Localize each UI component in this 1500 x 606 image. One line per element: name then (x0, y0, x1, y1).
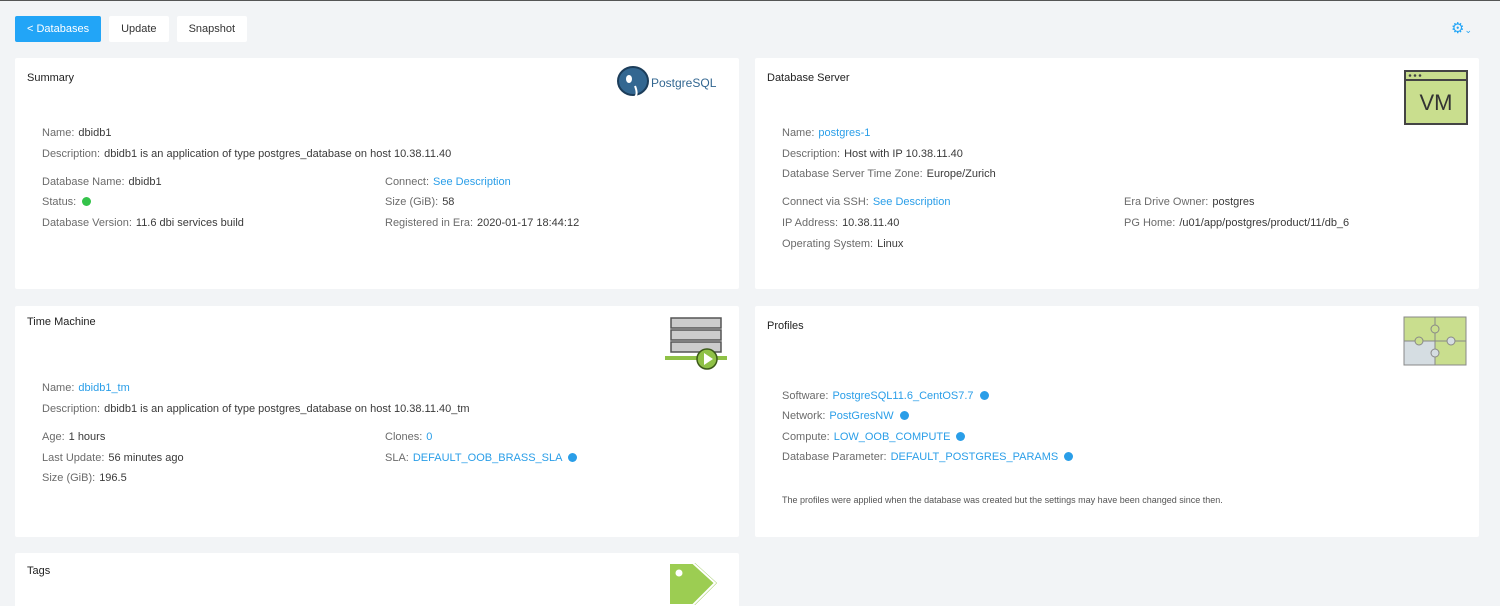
software-info-icon[interactable] (979, 391, 989, 400)
description-label: Description: (42, 148, 101, 160)
connect-label: Connect: (385, 176, 430, 188)
compute-profile-link[interactable]: LOW_OOB_COMPUTE (834, 431, 951, 443)
tags-card: Tags (15, 553, 739, 606)
network-info-icon[interactable] (899, 411, 909, 420)
connect-see-description-link[interactable]: See Description (433, 176, 511, 188)
tm-name-label: Name: (42, 382, 75, 394)
tm-name-link[interactable]: dbidb1_tm (78, 382, 129, 394)
registered-value: 2020-01-17 18:44:12 (477, 217, 580, 229)
vm-icon: VM (1404, 70, 1468, 125)
compute-label: Compute: (782, 431, 830, 443)
summary-title: Summary (27, 72, 75, 84)
time-machine-icon (665, 316, 727, 372)
profiles-note: The profiles were applied when the datab… (782, 495, 1223, 505)
timezone-value: Europe/Zurich (926, 168, 996, 180)
size-label: Size (GiB): (385, 196, 439, 208)
profiles-card: Profiles Software: PostgreSQL11.6_CentOS7… (755, 306, 1479, 537)
summary-card: Summary PostgreSQL Name: dbidb1 Descripti… (15, 58, 739, 289)
toolbar: < Databases Update Snapshot (15, 16, 248, 42)
age-label: Age: (42, 431, 65, 443)
ip-value: 10.38.11.40 (842, 217, 900, 229)
db-name-value: dbidb1 (78, 127, 112, 139)
network-label: Network: (782, 410, 826, 422)
time-machine-title: Time Machine (27, 316, 96, 328)
db-parameter-info-icon[interactable] (1064, 452, 1074, 461)
sla-info-icon[interactable] (568, 453, 578, 462)
registered-label: Registered in Era: (385, 217, 474, 229)
sla-link[interactable]: DEFAULT_OOB_BRASS_SLA (413, 452, 563, 464)
postgresql-logo: PostgreSQL (615, 64, 731, 100)
database-name-label: Database Name: (42, 176, 125, 188)
server-description-value: Host with IP 10.38.11.40 (844, 148, 963, 160)
back-to-databases-button[interactable]: < Databases (15, 16, 102, 42)
server-name-label: Name: (782, 127, 815, 139)
compute-info-icon[interactable] (956, 432, 966, 441)
tm-size-label: Size (GiB): (42, 472, 96, 484)
tm-description-label: Description: (42, 403, 101, 415)
ip-label: IP Address: (782, 217, 839, 229)
sla-label: SLA: (385, 452, 409, 464)
name-label: Name: (42, 127, 75, 139)
time-machine-card: Time Machine Name: dbidb1_tm Description:… (15, 306, 739, 537)
database-version-label: Database Version: (42, 217, 132, 229)
drive-owner-label: Era Drive Owner: (1124, 196, 1209, 208)
ssh-label: Connect via SSH: (782, 196, 869, 208)
pg-home-value: /u01/app/postgres/product/11/db_6 (1179, 217, 1350, 229)
tags-title: Tags (27, 565, 51, 577)
software-label: Software: (782, 390, 829, 402)
puzzle-icon (1403, 316, 1467, 366)
tm-description-value: dbidb1 is an application of type postgre… (104, 403, 470, 415)
network-profile-link[interactable]: PostGresNW (829, 410, 893, 422)
database-name-value: dbidb1 (128, 176, 162, 188)
pg-home-label: PG Home: (1124, 217, 1176, 229)
server-name-link[interactable]: postgres-1 (818, 127, 870, 139)
server-description-label: Description: (782, 148, 841, 160)
db-parameter-label: Database Parameter: (782, 451, 887, 463)
timezone-label: Database Server Time Zone: (782, 168, 923, 180)
clones-link[interactable]: 0 (426, 431, 432, 443)
db-parameter-profile-link[interactable]: DEFAULT_POSTGRES_PARAMS (891, 451, 1059, 463)
size-value: 58 (442, 196, 455, 208)
os-value: Linux (877, 238, 904, 250)
database-version-value: 11.6 dbi services build (135, 217, 244, 229)
settings-gear-icon[interactable]: ⚙⌄ (1451, 19, 1472, 37)
status-label: Status: (42, 196, 77, 208)
vm-icon-text: VM (1420, 90, 1453, 115)
tag-icon (667, 561, 725, 606)
database-server-title: Database Server (767, 72, 850, 84)
description-value: dbidb1 is an application of type postgre… (104, 148, 452, 160)
snapshot-button[interactable]: Snapshot (176, 16, 248, 42)
database-server-card: Database Server VM Name: postgres-1 Descr… (755, 58, 1479, 289)
ssh-see-description-link[interactable]: See Description (873, 196, 951, 208)
postgresql-logo-text: PostgreSQL (651, 76, 717, 90)
update-button[interactable]: Update (109, 16, 169, 42)
status-indicator-icon (82, 197, 92, 206)
tm-size-value: 196.5 (99, 472, 127, 484)
clones-label: Clones: (385, 431, 423, 443)
os-label: Operating System: (782, 238, 874, 250)
software-profile-link[interactable]: PostgreSQL11.6_CentOS7.7 (832, 390, 973, 402)
last-update-value: 56 minutes ago (108, 452, 184, 464)
age-value: 1 hours (68, 431, 106, 443)
last-update-label: Last Update: (42, 452, 105, 464)
profiles-title: Profiles (767, 320, 804, 332)
drive-owner-value: postgres (1212, 196, 1255, 208)
